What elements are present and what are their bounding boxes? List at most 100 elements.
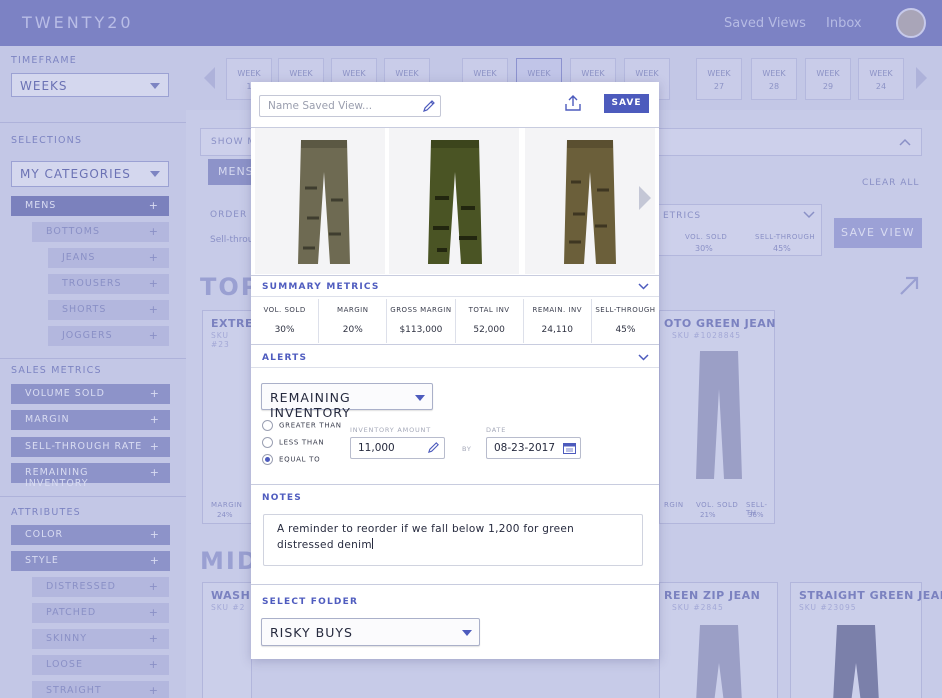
tree-item-mens[interactable]: MENS + bbox=[11, 196, 169, 216]
chevron-down-icon[interactable] bbox=[638, 283, 649, 290]
attribute-patched[interactable]: PATCHED + bbox=[32, 603, 169, 623]
radio-less-than[interactable]: LESS THAN bbox=[262, 437, 324, 448]
jeans-image bbox=[428, 140, 482, 264]
top-bar: TWENTY20 Saved Views Inbox bbox=[0, 0, 942, 46]
chevron-down-icon[interactable] bbox=[638, 354, 649, 361]
week-tile[interactable]: WEEK 29 bbox=[805, 58, 851, 100]
tree-item-trousers[interactable]: TROUSERS + bbox=[48, 274, 169, 294]
product-card[interactable]: OTO GREEN JEAN SKU #1028845 RGIN VOL. SO… bbox=[659, 310, 775, 524]
metric-label: TOTAL INV bbox=[468, 306, 510, 314]
product-title: OTO GREEN JEAN bbox=[664, 317, 776, 330]
radio-greater-than[interactable]: GREATER THAN bbox=[262, 420, 342, 431]
tree-item-bottoms[interactable]: BOTTOMS + bbox=[32, 222, 169, 242]
plus-icon: + bbox=[148, 658, 159, 671]
chevron-down-icon bbox=[150, 171, 160, 177]
metric-label: MARGIN bbox=[337, 306, 369, 314]
chevron-up-icon[interactable] bbox=[899, 138, 911, 146]
save-button[interactable]: SAVE bbox=[604, 94, 649, 113]
category-select[interactable]: MY CATEGORIES bbox=[11, 161, 169, 187]
summary-metrics-title: SUMMARY METRICS bbox=[262, 282, 380, 292]
metrics-mini-panel: ETRICS VOL. SOLD 30% SELL-THROUGH 45% bbox=[656, 204, 822, 256]
week-label: WEEK bbox=[816, 69, 840, 78]
timeframe-select[interactable]: WEEKS bbox=[11, 73, 169, 97]
attribute-straight[interactable]: STRAIGHT + bbox=[32, 681, 169, 698]
tree-item-shorts[interactable]: SHORTS + bbox=[48, 300, 169, 320]
alerts-title: ALERTS bbox=[262, 353, 308, 363]
radio-button[interactable] bbox=[262, 420, 273, 431]
week-tile[interactable]: WEEK 28 bbox=[751, 58, 797, 100]
product-card[interactable]: EXTREM SKU #23 MARGIN 24% bbox=[202, 310, 264, 524]
chevron-down-icon[interactable] bbox=[803, 211, 815, 219]
selections-title: SELECTIONS bbox=[11, 135, 83, 146]
chevron-left-icon[interactable] bbox=[204, 67, 215, 89]
plus-icon: + bbox=[149, 528, 160, 541]
week-tile[interactable]: WEEK 27 bbox=[696, 58, 742, 100]
product-sku: SKU #1028845 bbox=[672, 331, 742, 340]
metric-label: VOL. SOLD bbox=[263, 306, 306, 314]
by-label: BY bbox=[462, 445, 472, 453]
product-image bbox=[696, 625, 742, 698]
chevron-right-icon[interactable] bbox=[916, 67, 927, 89]
attribute-skinny[interactable]: SKINNY + bbox=[32, 629, 169, 649]
share-icon[interactable] bbox=[564, 94, 582, 112]
metric-volume-sold[interactable]: VOLUME SOLD + bbox=[11, 384, 170, 404]
clear-all-link[interactable]: CLEAR ALL bbox=[862, 178, 919, 188]
radio-equal-to[interactable]: EQUAL TO bbox=[262, 454, 320, 465]
product-card[interactable]: WASHE SKU #2 bbox=[202, 582, 258, 698]
product-thumb[interactable] bbox=[525, 128, 655, 274]
save-view-button[interactable]: SAVE VIEW bbox=[834, 218, 922, 248]
week-number: 27 bbox=[713, 82, 725, 91]
product-sku: SKU #23095 bbox=[799, 603, 857, 612]
divider bbox=[0, 358, 186, 359]
metrics-label: ETRICS bbox=[663, 211, 702, 221]
metric-cell: TOTAL INV 52,000 bbox=[456, 299, 524, 343]
metric-margin[interactable]: MARGIN + bbox=[11, 410, 170, 430]
saved-view-name-input[interactable]: Name Saved View... bbox=[259, 95, 441, 117]
nav-inbox[interactable]: Inbox bbox=[826, 16, 862, 31]
attributes-title: ATTRIBUTES bbox=[11, 507, 81, 518]
product-card[interactable]: REEN ZIP JEAN SKU #2845 bbox=[659, 582, 778, 698]
calendar-icon[interactable] bbox=[563, 442, 576, 454]
tree-item-jeans[interactable]: JEANS + bbox=[48, 248, 169, 268]
expand-arrow-icon[interactable] bbox=[898, 275, 920, 297]
metric-cell: MARGIN 20% bbox=[319, 299, 388, 343]
alert-metric-select[interactable]: REMAINING INVENTORY bbox=[261, 383, 433, 420]
attribute-distressed[interactable]: DISTRESSED + bbox=[32, 577, 169, 597]
attribute-loose[interactable]: LOOSE + bbox=[32, 655, 169, 675]
tree-item-label: JOGGERS bbox=[62, 330, 113, 341]
product-thumb[interactable] bbox=[389, 128, 519, 274]
sell-through-label: Sell-throu bbox=[210, 235, 254, 245]
folder-select[interactable]: RISKY BUYS bbox=[261, 618, 480, 646]
attribute-color[interactable]: COLOR + bbox=[11, 525, 170, 545]
divider bbox=[251, 584, 659, 585]
tree-item-joggers[interactable]: JOGGERS + bbox=[48, 326, 169, 346]
plus-icon: + bbox=[149, 387, 160, 400]
inventory-amount-input[interactable]: 11,000 bbox=[350, 437, 445, 459]
week-label: WEEK bbox=[289, 69, 313, 78]
nav-saved-views[interactable]: Saved Views bbox=[724, 16, 806, 31]
metric-remaining-inventory[interactable]: REMAINING INVENTORY + bbox=[11, 463, 170, 489]
date-value: 08-23-2017 bbox=[494, 442, 556, 454]
plus-icon: + bbox=[148, 606, 159, 619]
sidebar: TIMEFRAME WEEKS SELECTIONS MY CATEGORIES… bbox=[0, 46, 186, 698]
radio-button[interactable] bbox=[262, 454, 273, 465]
notes-textarea[interactable]: A reminder to reorder if we fall below 1… bbox=[263, 514, 643, 566]
product-card[interactable]: STRAIGHT GREEN JEAN SKU #23095 bbox=[790, 582, 942, 698]
date-input[interactable]: 08-23-2017 bbox=[486, 437, 581, 459]
product-thumb[interactable] bbox=[255, 128, 385, 274]
product-title: STRAIGHT GREEN JEAN bbox=[799, 589, 942, 602]
chevron-down-icon bbox=[150, 83, 160, 89]
metric-sell-through[interactable]: SELL-THROUGH RATE + bbox=[11, 437, 170, 457]
product-carousel bbox=[251, 128, 659, 276]
metric-label: VOLUME SOLD bbox=[25, 388, 105, 399]
radio-button[interactable] bbox=[262, 437, 273, 448]
attribute-style[interactable]: STYLE + bbox=[11, 551, 170, 571]
chevron-right-icon[interactable] bbox=[639, 186, 651, 210]
plus-icon: + bbox=[148, 277, 159, 290]
chevron-down-icon bbox=[415, 395, 425, 401]
plus-icon: + bbox=[148, 225, 159, 238]
metric-cell: REMAIN. INV 24,110 bbox=[524, 299, 592, 343]
week-tile[interactable]: WEEK 24 bbox=[858, 58, 904, 100]
avatar[interactable] bbox=[896, 8, 926, 38]
jeans-image bbox=[298, 140, 350, 264]
